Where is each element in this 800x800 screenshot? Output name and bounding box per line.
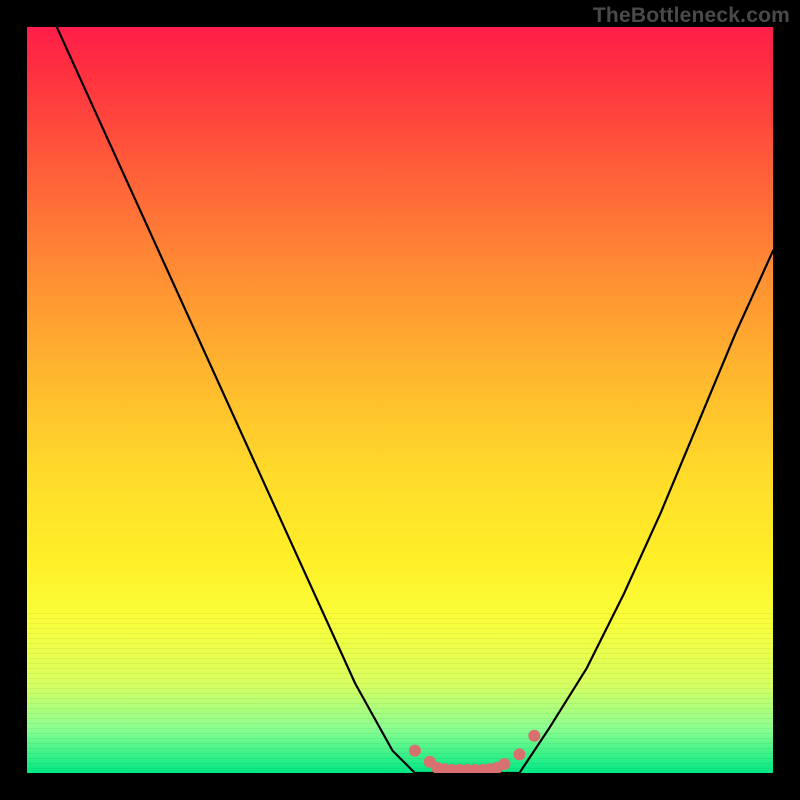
chart-frame: TheBottleneck.com bbox=[0, 0, 800, 800]
watermark-text: TheBottleneck.com bbox=[593, 4, 790, 28]
marker-dot bbox=[498, 758, 510, 770]
curve-layer bbox=[27, 27, 773, 773]
plot-area bbox=[27, 27, 773, 773]
marker-dot bbox=[513, 748, 525, 760]
marker-dot bbox=[528, 730, 540, 742]
marker-dot bbox=[409, 745, 421, 757]
v-curve-path bbox=[57, 27, 773, 773]
marker-cluster bbox=[409, 730, 540, 773]
